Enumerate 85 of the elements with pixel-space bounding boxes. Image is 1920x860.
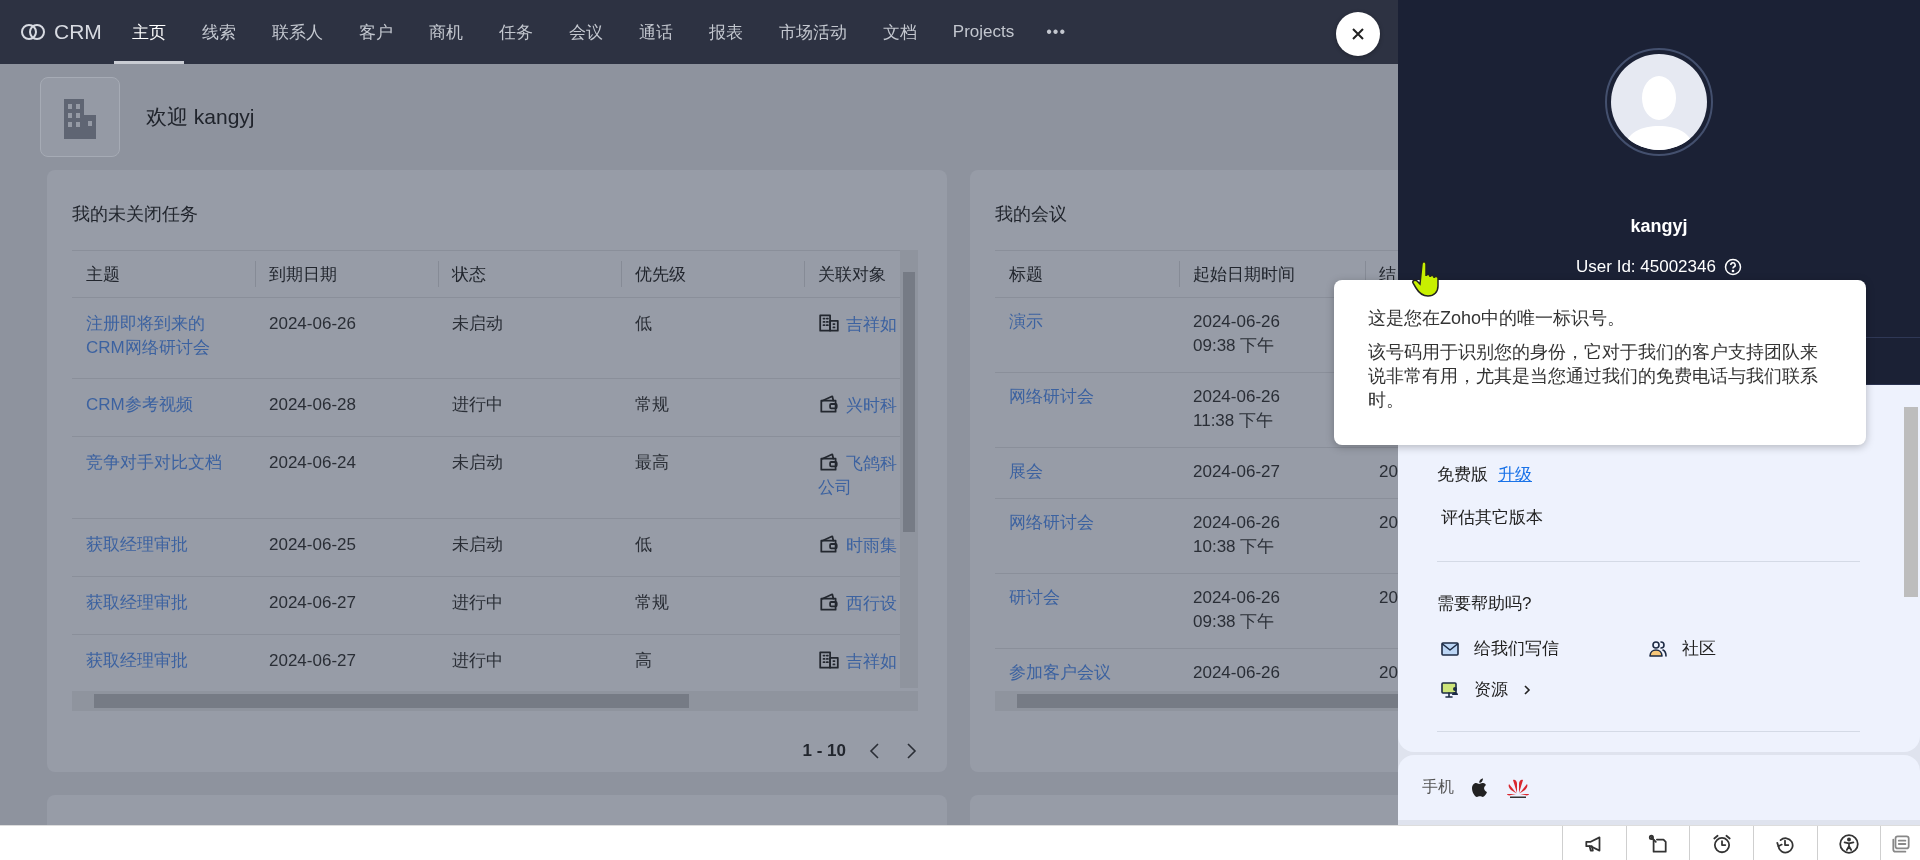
help-title: 需要帮助吗? [1437,593,1533,615]
mobile-label: 手机 [1422,777,1454,797]
wallet-icon [818,451,840,473]
user-id: User Id: 45002346 [1576,257,1716,277]
nav-tab[interactable]: 商机 [410,0,481,64]
table-cell: 2024-06-26 [1193,663,1280,682]
next-page-button[interactable] [904,741,918,761]
nav-tab[interactable]: 客户 [340,0,411,64]
apple-icon[interactable] [1470,776,1490,799]
nav-tab[interactable]: 报表 [690,0,761,64]
card-title: 我的会议 [995,203,1068,226]
column-header[interactable]: 主题 [72,251,255,298]
alarm-clock-icon [1710,832,1733,855]
table-cell: 未启动 [452,314,503,333]
wallet-icon [818,591,840,613]
column-header[interactable]: 状态 [438,251,621,298]
nav-tab[interactable]: 市场活动 [760,0,865,64]
nav-tab[interactable]: 通话 [620,0,691,64]
nav-tab[interactable]: 任务 [480,0,551,64]
user-name: kangyj [1630,216,1688,237]
table-cell: 2024-06-27 [269,593,356,612]
note-icon [1646,832,1669,855]
chevron-icon [1522,682,1532,697]
table-cell: 20 [1379,588,1398,607]
table-cell: 常规 [635,395,669,414]
vertical-scrollbar[interactable] [900,250,918,688]
table-cell: 进行中 [452,651,503,670]
plan-name: 免费版 [1437,464,1488,486]
help-link[interactable]: 资源 [1437,678,1645,701]
nav-tab[interactable]: 线索 [183,0,254,64]
app-name: CRM [54,20,102,44]
people-icon [1648,638,1668,659]
table-cell: 常规 [635,593,669,612]
table-cell: 2024-06-25 [269,535,356,554]
notes-icon [1889,832,1912,855]
horizontal-scrollbar[interactable] [72,691,918,711]
table-cell: 20 [1379,513,1398,532]
table-cell: 2024-06-24 [269,453,356,472]
table-cell: 2024-06-26 10:38 下午 [1193,513,1280,556]
wallet-icon [818,533,840,555]
monitor-user-icon [1440,679,1460,700]
table-cell: 2024-06-26 11:38 下午 [1193,387,1280,430]
table-cell: 进行中 [452,593,503,612]
logo-icon [20,22,46,42]
table-cell: 最高 [635,453,669,472]
table-cell: 2024-06-27 [1193,462,1280,481]
tooltip-heading: 这是您在Zoho中的唯一标识号。 [1368,307,1627,330]
column-header[interactable]: 标题 [995,251,1179,298]
table-cell: 2024-06-26 09:38 下午 [1193,312,1280,355]
accessibility-icon [1837,832,1860,855]
help-icon[interactable] [1723,258,1742,276]
table-cell: 进行中 [452,395,503,414]
evaluate-editions-link[interactable]: 评估其它版本 [1441,506,1860,529]
help-link[interactable]: 给我们写信 [1437,637,1645,660]
close-icon [1350,26,1366,42]
help-link[interactable]: 社区 [1645,637,1860,660]
welcome-heading: 欢迎 kangyj [146,104,255,130]
nav-tab[interactable]: 联系人 [253,0,341,64]
building-icon [818,649,840,671]
nav-tab[interactable]: 主页 [113,0,184,64]
nav-tab[interactable]: 会议 [550,0,621,64]
previous-page-button[interactable] [868,741,882,761]
table-cell: 2024-06-28 [269,395,356,414]
table-cell: 低 [635,314,652,333]
upgrade-link[interactable]: 升级 [1498,463,1532,486]
table-cell: 2024-06-26 09:38 下午 [1193,588,1280,631]
table-cell: 未启动 [452,453,503,472]
nav-tab[interactable]: Projects [934,0,1033,64]
table-cell: 低 [635,535,652,554]
more-menu[interactable]: ••• [1032,23,1081,41]
table-cell: 20 [1379,462,1398,481]
table-cell: 2024-06-27 [269,651,356,670]
table-cell: 2024-06-26 [269,314,356,333]
building-icon [818,312,840,334]
hand-cursor-icon [1412,260,1442,300]
column-header[interactable]: 到期日期 [255,251,438,298]
column-header[interactable]: 优先级 [621,251,804,298]
table-cell: 高 [635,651,652,670]
page-range: 1 - 10 [802,741,846,761]
card-title: 我的未关闭任务 [72,203,199,226]
table-cell: 未启动 [452,535,503,554]
nav-tab[interactable]: 文档 [864,0,935,64]
wallet-icon [818,393,840,415]
tooltip-text: 该号码用于识别您的身份，它对于我们的客户支持团队来说非常有用，尤其是当您通过我们的免费电话与我们联系时。 [1368,341,1819,412]
table-cell: 20 [1379,663,1398,682]
